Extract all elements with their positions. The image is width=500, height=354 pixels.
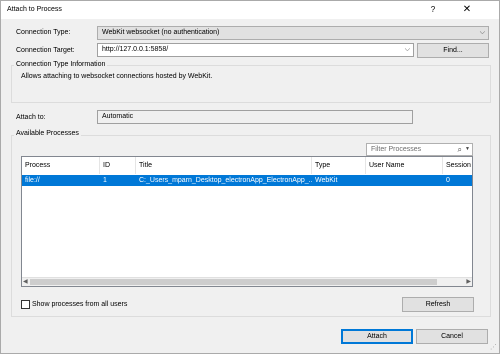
show-all-users-label[interactable]: Show processes from all users: [32, 301, 127, 308]
scrollbar-thumb[interactable]: [30, 279, 437, 285]
filter-processes-input[interactable]: Filter Processes ⌕ ▼: [366, 143, 473, 156]
scroll-right-icon[interactable]: ▶: [466, 278, 471, 286]
chevron-down-icon: ⌵: [479, 29, 485, 36]
scroll-left-icon[interactable]: ◀: [23, 278, 28, 286]
connection-type-value: WebKit websocket (no authentication): [102, 29, 220, 36]
attach-to-field[interactable]: Automatic: [97, 110, 413, 124]
column-header-type[interactable]: Type: [312, 157, 366, 174]
column-header-process[interactable]: Process: [22, 157, 100, 174]
column-header-title[interactable]: Title: [136, 157, 312, 174]
cancel-button[interactable]: Cancel: [416, 329, 488, 344]
column-header-session[interactable]: Session: [443, 157, 472, 174]
connection-info-text: Allows attaching to websocket connection…: [21, 73, 213, 80]
connection-target-input[interactable]: http://127.0.0.1:5858/ ⌵: [97, 43, 414, 57]
close-button[interactable]: ✕: [452, 3, 482, 17]
horizontal-scrollbar[interactable]: ◀ ▶: [22, 277, 472, 286]
refresh-button[interactable]: Refresh: [402, 297, 474, 312]
cell-process: file://: [25, 177, 40, 184]
connection-target-label: Connection Target:: [16, 47, 75, 54]
column-header-user-name[interactable]: User Name: [366, 157, 443, 174]
connection-target-value: http://127.0.0.1:5858/: [102, 46, 169, 53]
show-all-users-checkbox[interactable]: [21, 300, 30, 309]
chevron-down-icon[interactable]: ⌵: [405, 44, 410, 56]
attach-to-label: Attach to:: [16, 114, 46, 121]
connection-info-title: Connection Type Information: [14, 61, 108, 68]
search-icon[interactable]: ⌕: [458, 144, 462, 155]
column-header-id[interactable]: ID: [100, 157, 136, 174]
cell-session: 0: [446, 177, 450, 184]
connection-type-label: Connection Type:: [16, 29, 71, 36]
available-processes-title: Available Processes: [14, 130, 81, 137]
filter-processes-placeholder: Filter Processes: [371, 146, 422, 153]
attach-button[interactable]: Attach: [341, 329, 413, 344]
cell-type: WebKit: [315, 177, 338, 184]
find-button[interactable]: Find...: [417, 43, 489, 58]
title-bar: Attach to Process ? ✕: [1, 1, 499, 19]
chevron-down-icon[interactable]: ▼: [465, 144, 470, 155]
resize-grip-icon[interactable]: ⋰: [490, 343, 497, 351]
help-button[interactable]: ?: [426, 4, 440, 16]
attach-to-process-dialog: Attach to Process ? ✕ Connection Type: W…: [0, 0, 500, 354]
connection-type-dropdown[interactable]: WebKit websocket (no authentication) ⌵: [97, 26, 489, 40]
dialog-title: Attach to Process: [7, 6, 62, 13]
cell-user-name: [366, 175, 443, 186]
cell-title: C:_Users_mparn_Desktop_electronApp_Elect…: [139, 177, 312, 184]
connection-info-group: [11, 65, 491, 103]
table-row[interactable]: file:// 1 C:_Users_mparn_Desktop_electro…: [22, 175, 472, 186]
process-table[interactable]: Process ID Title Type User Name Session …: [21, 156, 473, 287]
cell-id: 1: [103, 177, 107, 184]
